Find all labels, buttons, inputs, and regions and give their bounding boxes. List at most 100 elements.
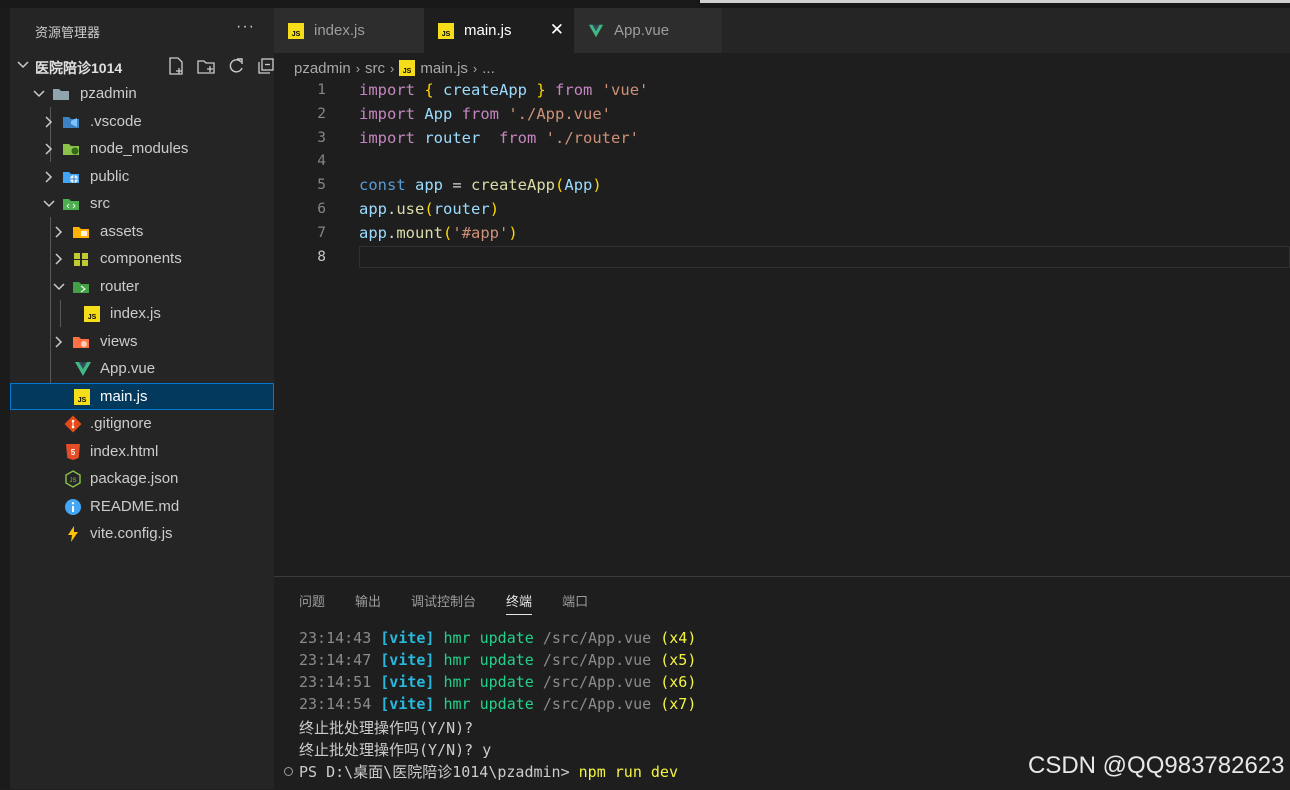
tab-main-js[interactable]: JS main.js ✕ <box>424 8 575 53</box>
command-status-icon <box>284 767 293 776</box>
terminal-line: 23:14:47 [vite] hmr update /src/App.vue … <box>299 651 697 669</box>
tree-item-app-vue[interactable]: App.vue <box>10 355 274 383</box>
refresh-icon[interactable] <box>226 56 246 76</box>
tree-item-node-modules[interactable]: node_modules <box>10 135 274 163</box>
code-line: 3 import router from './router' <box>274 127 1290 151</box>
code-editor[interactable]: 1 import { createApp } from 'vue' 2 impo… <box>274 79 1290 269</box>
svg-text:5: 5 <box>71 448 76 457</box>
code-line: 2 import App from './App.vue' <box>274 103 1290 127</box>
tree-item-components[interactable]: components <box>10 245 274 273</box>
tree-item-pzadmin[interactable]: pzadmin <box>10 80 274 108</box>
tree-item-vite-config[interactable]: vite.config.js <box>10 520 274 548</box>
line-number: 5 <box>317 177 326 194</box>
views-folder-icon <box>73 336 89 348</box>
terminal[interactable]: 23:14:43 [vite] hmr update /src/App.vue … <box>284 629 697 783</box>
chevron-right-icon <box>55 335 63 348</box>
tree-item-assets[interactable]: assets <box>10 218 274 246</box>
tree-item-label: index.js <box>110 305 161 322</box>
tab-ports[interactable]: 端口 <box>562 591 588 615</box>
chevron-right-icon <box>45 115 53 128</box>
panel-tab-bar: 问题 输出 调试控制台 终端 端口 <box>299 591 588 615</box>
svg-text:JS: JS <box>292 31 301 38</box>
folder-icon <box>53 89 69 100</box>
tree-item-label: .gitignore <box>90 415 152 432</box>
tree-item-gitignore[interactable]: .gitignore <box>10 410 274 438</box>
tree-item-main-js[interactable]: JS main.js <box>10 382 274 410</box>
src-folder-icon <box>63 199 79 210</box>
breadcrumb-item[interactable]: main.js <box>420 60 468 77</box>
chevron-right-icon <box>55 225 63 238</box>
title-bar-strip <box>700 0 1290 3</box>
tree-item-label: .vscode <box>90 112 142 130</box>
svg-text:JS: JS <box>88 314 97 321</box>
breadcrumb-item[interactable]: src <box>365 60 385 77</box>
tree-item-views[interactable]: views <box>10 328 274 356</box>
tab-index-js[interactable]: JS index.js <box>274 8 425 53</box>
tab-app-vue[interactable]: App.vue <box>574 8 723 53</box>
collapse-all-icon[interactable] <box>256 56 276 76</box>
tree-item-router-index-js[interactable]: JS index.js <box>10 300 274 328</box>
tree-item-label: assets <box>100 222 144 240</box>
js-file-icon: JS <box>438 23 454 39</box>
more-actions-icon[interactable]: ··· <box>236 18 255 36</box>
code-line: 6 app.use(router) <box>274 198 1290 222</box>
tree-item-label: vite.config.js <box>90 525 173 542</box>
terminal-line: 23:14:43 [vite] hmr update /src/App.vue … <box>299 629 697 647</box>
close-tab-icon[interactable]: ✕ <box>550 20 564 40</box>
breadcrumb-item[interactable]: pzadmin <box>294 60 351 77</box>
svg-text:JS: JS <box>78 397 87 404</box>
code-line: 1 import { createApp } from 'vue' <box>274 79 1290 103</box>
chevron-right-icon: › <box>355 60 361 76</box>
tree-item-readme[interactable]: README.md <box>10 493 274 521</box>
tab-label: App.vue <box>614 22 670 39</box>
components-folder-icon <box>74 253 88 266</box>
node-folder-icon <box>63 144 79 155</box>
new-folder-icon[interactable] <box>196 56 216 76</box>
chevron-right-icon <box>45 170 53 183</box>
html-file-icon: 5 <box>66 443 80 460</box>
new-file-icon[interactable] <box>166 56 186 76</box>
code-text: import router from './router' <box>359 128 639 147</box>
tab-label: main.js <box>464 22 512 39</box>
nodejs-file-icon: JS <box>65 470 81 488</box>
tab-problems[interactable]: 问题 <box>299 591 325 615</box>
vite-file-icon <box>68 526 78 542</box>
code-line: 8 <box>274 246 1290 270</box>
code-line: 5 const app = createApp(App) <box>274 174 1290 198</box>
tree-item-package-json[interactable]: JS package.json <box>10 465 274 493</box>
code-line: 7 app.mount('#app') <box>274 222 1290 246</box>
tab-output[interactable]: 输出 <box>355 591 381 615</box>
tree-item-label: views <box>100 332 138 350</box>
line-number: 4 <box>317 153 326 170</box>
code-text: app.use(router) <box>359 199 500 218</box>
tree-item-router[interactable]: router <box>10 273 274 301</box>
tree-item-label: App.vue <box>100 360 156 377</box>
tab-debug-console[interactable]: 调试控制台 <box>411 591 476 615</box>
tree-item-label: router <box>100 277 140 295</box>
vue-file-icon <box>75 362 91 376</box>
tree-item-label: src <box>90 195 110 212</box>
tab-terminal[interactable]: 终端 <box>506 591 533 615</box>
title-bar <box>0 0 1290 8</box>
tree-item-vscode[interactable]: .vscode <box>10 108 274 136</box>
svg-text:JS: JS <box>403 68 412 75</box>
chevron-down-icon <box>43 200 55 208</box>
line-number: 7 <box>317 224 326 241</box>
line-number: 1 <box>317 82 326 98</box>
editor-tab-bar: JS index.js JS main.js ✕ App.vue <box>274 8 1290 53</box>
tree-item-index-html[interactable]: 5 index.html <box>10 438 274 466</box>
code-text: const app = createApp(App) <box>359 176 602 195</box>
assets-folder-icon <box>73 226 89 238</box>
tree-item-src[interactable]: src <box>10 190 274 218</box>
svg-text:JS: JS <box>69 478 76 484</box>
tree-item-label: public <box>90 167 130 185</box>
workspace-root[interactable]: 医院陪诊1014 <box>10 54 274 80</box>
tree-item-public[interactable]: public <box>10 163 274 191</box>
terminal-line: 终止批处理操作吗(Y/N)? y <box>299 741 492 759</box>
line-number: 2 <box>317 105 326 122</box>
tree-item-label: package.json <box>90 470 179 487</box>
line-number: 6 <box>317 200 326 217</box>
breadcrumb-item[interactable]: ... <box>482 60 495 77</box>
code-text: import App from './App.vue' <box>359 104 611 123</box>
activity-bar-edge <box>0 8 10 789</box>
